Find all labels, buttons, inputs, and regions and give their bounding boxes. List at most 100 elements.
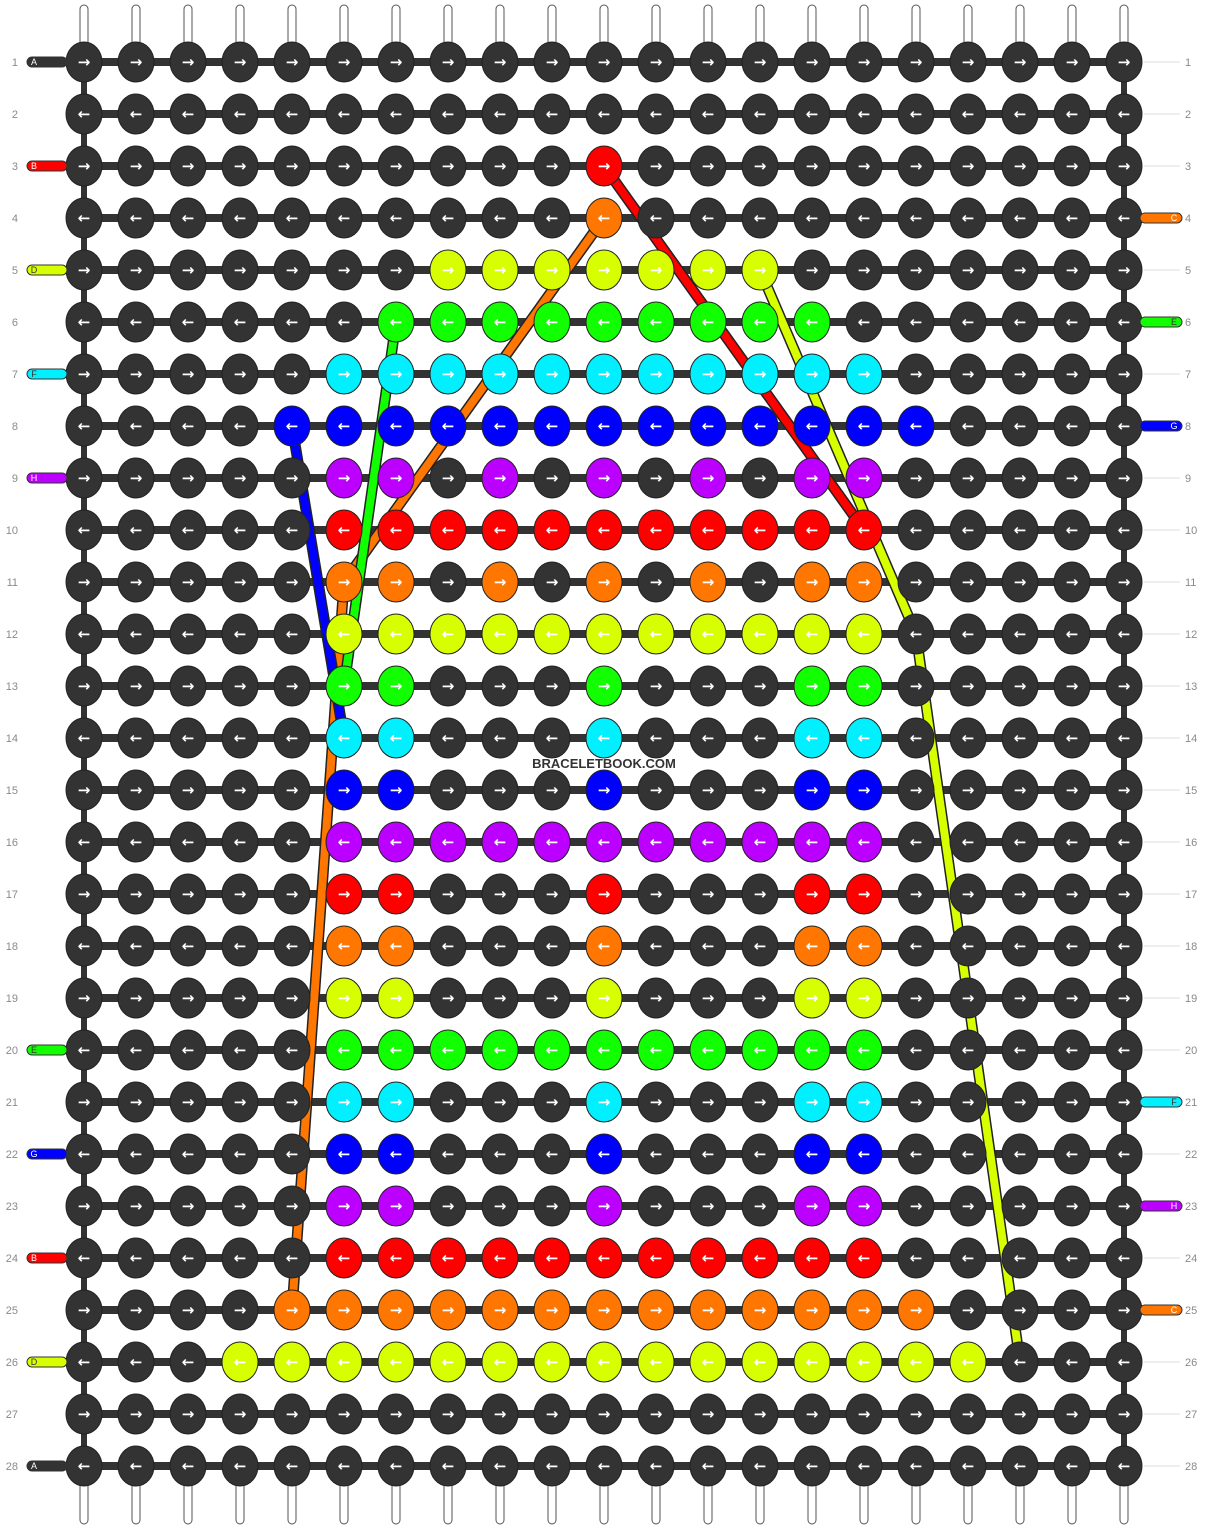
knot: ← <box>221 93 259 135</box>
left-string-tag-label: A <box>31 57 37 67</box>
knot: ← <box>689 1029 727 1071</box>
arrow-right-icon: → <box>546 989 559 1007</box>
knot: ← <box>637 613 675 655</box>
arrow-left-icon: ← <box>338 417 351 435</box>
arrow-right-icon: → <box>130 1405 143 1423</box>
arrow-left-icon: ← <box>390 417 403 435</box>
arrow-right-icon: → <box>494 469 507 487</box>
arrow-left-icon: ← <box>286 833 299 851</box>
knot: → <box>689 977 727 1019</box>
arrow-left-icon: ← <box>338 937 351 955</box>
row-number-left: 1 <box>12 57 18 69</box>
knot: → <box>1001 665 1039 707</box>
knot: ← <box>689 613 727 655</box>
knot: ← <box>221 613 259 655</box>
knot: → <box>741 1393 779 1435</box>
knot: ← <box>377 925 415 967</box>
knot: ← <box>1001 925 1039 967</box>
arrow-right-icon: → <box>858 365 871 383</box>
arrow-right-icon: → <box>442 365 455 383</box>
knot: ← <box>793 613 831 655</box>
arrow-right-icon: → <box>702 885 715 903</box>
knot: → <box>481 1185 519 1227</box>
arrow-right-icon: → <box>286 261 299 279</box>
knot: → <box>221 1393 259 1435</box>
knot: → <box>949 977 987 1019</box>
knot: ← <box>585 1133 623 1175</box>
row-number-left: 18 <box>6 941 18 953</box>
arrow-left-icon: ← <box>546 1041 559 1059</box>
knot: ← <box>117 613 155 655</box>
arrow-right-icon: → <box>702 677 715 695</box>
arrow-right-icon: → <box>962 53 975 71</box>
knot: ← <box>949 925 987 967</box>
knot: → <box>585 769 623 811</box>
arrow-left-icon: ← <box>78 1353 91 1371</box>
knot: ← <box>377 509 415 551</box>
arrow-right-icon: → <box>962 365 975 383</box>
arrow-left-icon: ← <box>442 1249 455 1267</box>
knot: ← <box>273 405 311 447</box>
knot: ← <box>741 717 779 759</box>
knot: → <box>325 1081 363 1123</box>
arrow-left-icon: ← <box>442 1353 455 1371</box>
knot: → <box>117 1081 155 1123</box>
knot: → <box>169 145 207 187</box>
knot: → <box>377 769 415 811</box>
arrow-left-icon: ← <box>494 833 507 851</box>
knot: → <box>117 1289 155 1331</box>
arrow-right-icon: → <box>442 469 455 487</box>
knot: ← <box>741 821 779 863</box>
knot: → <box>1001 249 1039 291</box>
arrow-left-icon: ← <box>962 313 975 331</box>
knot: → <box>741 249 779 291</box>
arrow-right-icon: → <box>390 1301 403 1319</box>
arrow-right-icon: → <box>754 573 767 591</box>
arrow-right-icon: → <box>806 261 819 279</box>
knot: → <box>65 977 103 1019</box>
arrow-right-icon: → <box>78 573 91 591</box>
knot: ← <box>1105 1029 1143 1071</box>
arrow-right-icon: → <box>650 885 663 903</box>
knot: → <box>585 145 623 187</box>
arrow-right-icon: → <box>286 885 299 903</box>
arrow-right-icon: → <box>910 1301 923 1319</box>
knot: → <box>585 873 623 915</box>
arrow-right-icon: → <box>598 53 611 71</box>
arrow-right-icon: → <box>962 1301 975 1319</box>
knot: ← <box>429 1133 467 1175</box>
arrow-left-icon: ← <box>1066 1145 1079 1163</box>
knot: → <box>637 665 675 707</box>
knot: ← <box>377 1445 415 1487</box>
knot: → <box>897 1081 935 1123</box>
knot: ← <box>949 1133 987 1175</box>
arrow-left-icon: ← <box>1014 1353 1027 1371</box>
arrow-left-icon: ← <box>806 937 819 955</box>
arrow-right-icon: → <box>1014 885 1027 903</box>
row-number-right: 25 <box>1185 1305 1197 1317</box>
right-string-tag-label: H <box>1171 1201 1178 1211</box>
knot: ← <box>637 717 675 759</box>
knot: ← <box>273 925 311 967</box>
knot: ← <box>741 613 779 655</box>
knot: → <box>221 977 259 1019</box>
arrow-left-icon: ← <box>390 313 403 331</box>
knot: → <box>169 353 207 395</box>
arrow-left-icon: ← <box>442 1041 455 1059</box>
arrow-left-icon: ← <box>234 313 247 331</box>
knot: ← <box>637 197 675 239</box>
arrow-left-icon: ← <box>234 1041 247 1059</box>
knot: ← <box>1001 197 1039 239</box>
knot: ← <box>169 1445 207 1487</box>
arrow-right-icon: → <box>910 157 923 175</box>
knot: → <box>689 665 727 707</box>
arrow-left-icon: ← <box>442 417 455 435</box>
arrow-right-icon: → <box>702 157 715 175</box>
left-string-tag-label: F <box>31 369 37 379</box>
arrow-left-icon: ← <box>546 209 559 227</box>
knot: ← <box>481 1237 519 1279</box>
knot: ← <box>793 509 831 551</box>
knot: → <box>481 665 519 707</box>
knot: → <box>585 249 623 291</box>
knot: → <box>897 665 935 707</box>
